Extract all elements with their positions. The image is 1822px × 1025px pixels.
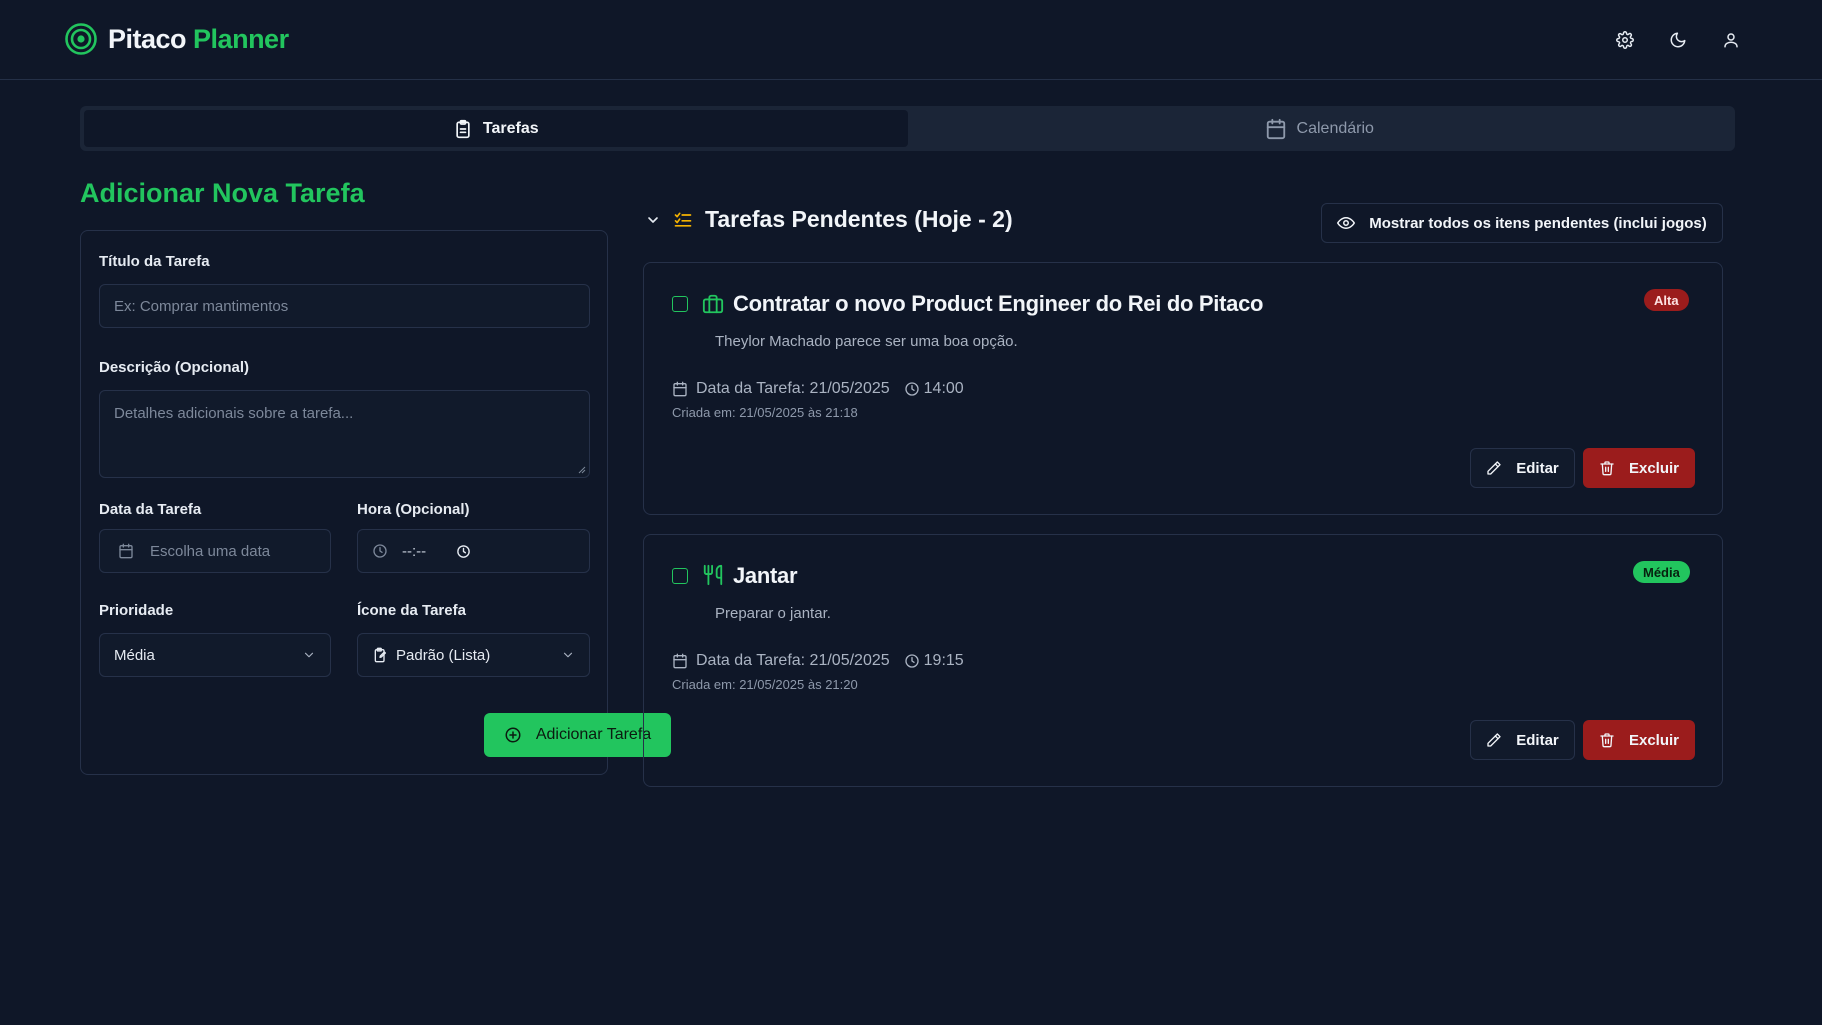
brand-name: Pitaco Planner [108, 24, 289, 55]
priority-badge: Alta [1644, 289, 1689, 311]
calendar-icon [1265, 118, 1287, 140]
show-all-label: Mostrar todos os itens pendentes (inclui… [1369, 214, 1707, 232]
user-icon [1722, 31, 1740, 49]
task-complete-checkbox[interactable] [672, 568, 688, 584]
chevron-down-icon [302, 648, 316, 662]
task-created: Criada em: 21/05/2025 às 21:18 [672, 405, 858, 420]
tab-calendario[interactable]: Calendário [908, 110, 1732, 147]
eye-icon [1337, 214, 1356, 232]
task-date-picker[interactable]: Escolha uma data [99, 529, 331, 573]
calendar-icon [672, 653, 688, 669]
delete-task-button[interactable]: Excluir [1583, 448, 1695, 488]
edit-task-button[interactable]: Editar [1470, 448, 1575, 488]
task-title-input[interactable]: Ex: Comprar mantimentos [99, 284, 590, 328]
logo[interactable]: Pitaco Planner [64, 22, 289, 56]
theme-toggle-button[interactable] [1664, 26, 1692, 54]
pencil-icon [1486, 460, 1502, 476]
tab-label: Tarefas [482, 119, 539, 137]
pending-title: Tarefas Pendentes (Hoje - 2) [705, 206, 1013, 232]
target-icon [64, 22, 98, 56]
edit-label: Editar [1516, 459, 1559, 477]
clipboard-edit-icon [372, 647, 388, 663]
clock-picker-icon[interactable] [456, 544, 471, 559]
task-title: Jantar [733, 563, 798, 588]
tab-label: Calendário [1296, 119, 1374, 137]
brand-first: Pitaco [108, 23, 187, 54]
calendar-icon [118, 543, 134, 559]
task-description: Theylor Machado parece ser uma boa opção… [715, 333, 1018, 350]
priority-select[interactable]: Média [99, 633, 331, 677]
icon-select[interactable]: Padrão (Lista) [357, 633, 590, 677]
task-meta: Data da Tarefa: 21/05/2025 14:00 [672, 380, 964, 398]
task-title-placeholder: Ex: Comprar mantimentos [114, 297, 289, 315]
collapse-chevron-icon[interactable] [645, 212, 661, 228]
task-description-placeholder: Detalhes adicionais sobre a tarefa... [114, 405, 354, 422]
view-tabs: Tarefas Calendário [80, 106, 1735, 151]
trash-icon [1599, 732, 1615, 748]
icon-label: Ícone da Tarefa [357, 602, 466, 619]
icon-value: Padrão (Lista) [396, 646, 491, 664]
chevron-down-icon [561, 648, 575, 662]
utensils-icon [702, 564, 724, 586]
form-title: Adicionar Nova Tarefa [80, 178, 365, 208]
task-created: Criada em: 21/05/2025 às 21:20 [672, 677, 858, 692]
plus-circle-icon [504, 726, 522, 744]
pencil-icon [1486, 732, 1502, 748]
show-all-pending-button[interactable]: Mostrar todos os itens pendentes (inclui… [1321, 203, 1723, 243]
add-task-form: Título da Tarefa Ex: Comprar mantimentos… [80, 230, 671, 775]
task-card: Contratar o novo Product Engineer do Rei… [643, 262, 1723, 515]
settings-icon [1616, 31, 1634, 49]
tab-tarefas[interactable]: Tarefas [84, 110, 908, 147]
resize-handle-icon[interactable] [578, 466, 586, 474]
task-date: Data da Tarefa: 21/05/2025 [696, 380, 890, 397]
date-label: Data da Tarefa [99, 501, 202, 518]
app-header: Pitaco Planner [0, 0, 1822, 80]
time-label: Hora (Opcional) [357, 501, 470, 518]
clock-icon [904, 653, 920, 669]
task-description: Preparar o jantar. [715, 605, 831, 622]
settings-button[interactable] [1611, 26, 1639, 54]
profile-button[interactable] [1717, 26, 1745, 54]
task-meta: Data da Tarefa: 21/05/2025 19:15 [672, 652, 964, 670]
task-title: Contratar o novo Product Engineer do Rei… [733, 291, 1264, 316]
briefcase-icon [702, 293, 724, 315]
delete-task-button[interactable]: Excluir [1583, 720, 1695, 760]
task-date: Data da Tarefa: 21/05/2025 [696, 652, 890, 669]
task-complete-checkbox[interactable] [672, 296, 688, 312]
task-time: 14:00 [923, 380, 964, 397]
priority-label: Prioridade [99, 602, 174, 619]
title-label: Título da Tarefa [99, 253, 210, 270]
edit-label: Editar [1516, 731, 1559, 749]
calendar-icon [672, 381, 688, 397]
pending-header: Tarefas Pendentes (Hoje - 2) [645, 206, 1013, 233]
delete-label: Excluir [1628, 731, 1680, 749]
date-placeholder: Escolha uma data [150, 542, 271, 560]
task-description-textarea[interactable]: Detalhes adicionais sobre a tarefa... [99, 390, 590, 478]
brand-second: Planner [193, 23, 289, 54]
clipboard-icon [453, 119, 473, 139]
task-time-input[interactable]: --:-- [357, 529, 590, 573]
priority-badge: Média [1633, 561, 1690, 583]
task-time: 19:15 [923, 652, 964, 669]
list-checks-icon [673, 210, 693, 230]
clock-icon [372, 543, 388, 559]
delete-label: Excluir [1628, 459, 1680, 477]
priority-value: Média [114, 646, 155, 664]
trash-icon [1599, 460, 1615, 476]
moon-icon [1669, 31, 1687, 49]
add-task-label: Adicionar Tarefa [535, 726, 652, 743]
task-card: Jantar Média Preparar o jantar. Data da … [643, 534, 1723, 787]
description-label: Descrição (Opcional) [99, 359, 250, 376]
time-value: --:-- [402, 542, 427, 560]
clock-icon [904, 381, 920, 397]
edit-task-button[interactable]: Editar [1470, 720, 1575, 760]
